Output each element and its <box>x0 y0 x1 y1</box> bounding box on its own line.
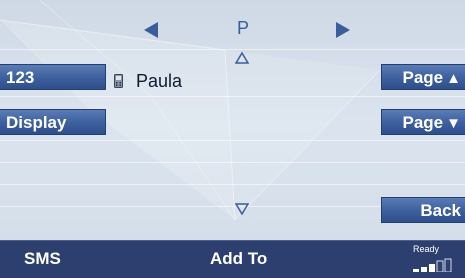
phonebook-screen: P 123 Display Page ▲ Page ▼ Back Paula SMS… <box>0 0 465 278</box>
page-up-label: Page <box>402 68 444 87</box>
numbers-button-label: 123 <box>6 68 35 87</box>
back-button-label: Back <box>420 201 461 220</box>
back-button[interactable]: Back <box>381 197 465 223</box>
list-item[interactable]: Paula <box>114 69 182 93</box>
next-letter-arrow-icon[interactable] <box>336 22 350 38</box>
scroll-down-icon[interactable] <box>235 203 249 215</box>
numbers-button[interactable]: 123 <box>0 64 106 90</box>
scroll-up-icon[interactable] <box>235 52 249 64</box>
phone-icon <box>114 74 123 88</box>
bottom-bar: SMS Add To Ready <box>0 240 465 278</box>
signal-strength-icon <box>413 258 452 272</box>
current-letter: P <box>236 18 249 38</box>
page-up-button[interactable]: Page ▲ <box>381 64 465 90</box>
display-button-label: Display <box>6 113 67 132</box>
page-down-label: Page <box>402 113 444 132</box>
previous-letter-arrow-icon[interactable] <box>144 22 158 38</box>
signal-bar <box>436 260 444 272</box>
display-button[interactable]: Display <box>0 109 106 135</box>
signal-bar <box>429 264 435 272</box>
arrow-down-icon: ▼ <box>446 115 461 132</box>
contact-name: Paula <box>136 70 183 91</box>
signal-bar <box>413 269 419 272</box>
sms-button[interactable]: SMS <box>24 249 61 269</box>
signal-bar <box>421 267 427 272</box>
arrow-up-icon: ▲ <box>446 70 461 87</box>
page-down-button[interactable]: Page ▼ <box>381 109 465 135</box>
signal-bar <box>444 258 452 272</box>
status-text: Ready <box>413 244 440 254</box>
add-to-button[interactable]: Add To <box>210 249 267 269</box>
